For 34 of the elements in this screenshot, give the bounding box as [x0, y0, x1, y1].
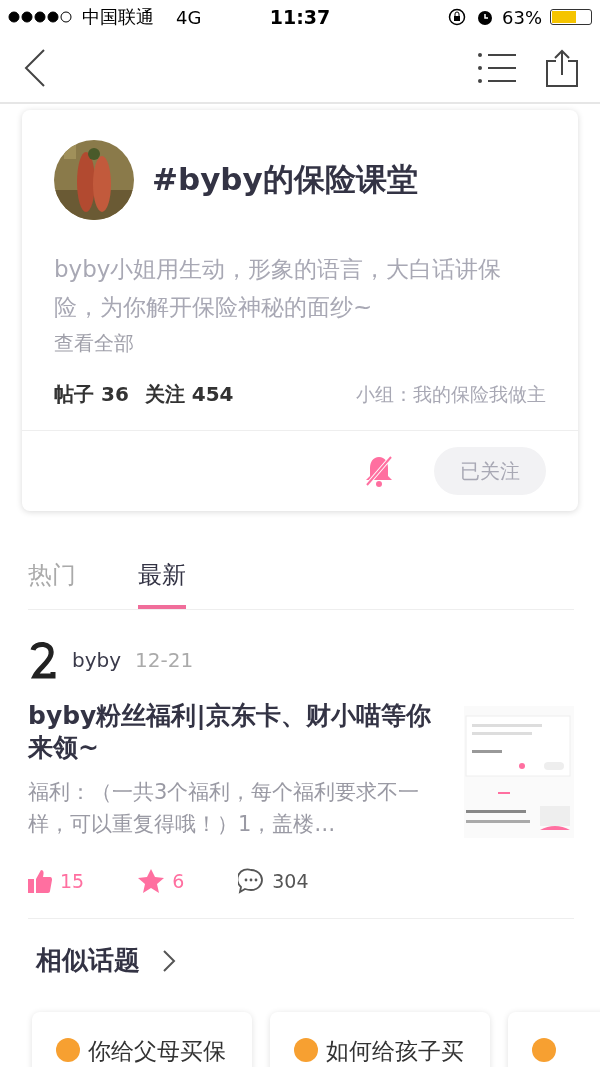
- section-title: 相似话题: [36, 944, 140, 977]
- favorite-count: 6: [172, 870, 185, 892]
- author-name: byby: [72, 648, 122, 672]
- topic-title: 你给父母买保: [88, 1037, 226, 1066]
- tab[interactable]: 最新: [138, 559, 186, 609]
- topic-title: 如何给孩子买: [326, 1037, 464, 1066]
- topic-card[interactable]: 如何给孩子买: [270, 1012, 490, 1067]
- posts-count: 帖子 36: [54, 381, 129, 408]
- battery-icon: [550, 9, 592, 25]
- avatar-icon: [28, 640, 58, 680]
- carrier-name: 中国联通: [82, 5, 154, 29]
- network-type: 4G: [176, 6, 202, 28]
- comment-icon[interactable]: [238, 868, 265, 894]
- followers-count: 关注 454: [144, 381, 234, 408]
- battery-percent: 63%: [502, 6, 542, 28]
- share-button[interactable]: [546, 49, 578, 87]
- post-title[interactable]: byby粉丝福利|京东卡、财小喵等你来领~: [28, 700, 432, 764]
- chevron-right-icon[interactable]: [162, 948, 176, 973]
- muted-bell-icon[interactable]: [364, 454, 394, 488]
- signal-icon: [8, 11, 74, 23]
- topic-card[interactable]: 你给父母买保: [32, 1012, 252, 1067]
- rotation-lock-icon: [448, 8, 468, 26]
- back-button[interactable]: [22, 48, 46, 88]
- clock-time: 11:37: [269, 6, 331, 28]
- alarm-icon: [476, 8, 494, 26]
- topic-description: byby小姐用生动，形象的语言，大白话讲保险，为你解开保险神秘的面纱~: [54, 255, 503, 322]
- thumbs-up-icon[interactable]: [28, 869, 52, 893]
- star-icon[interactable]: [138, 869, 165, 893]
- post-snippet: 福利：（一共3个福利，每个福利要求不一样，可以重复得哦！）1，盖楼…: [28, 779, 421, 838]
- comment-count: 304: [272, 870, 309, 892]
- menu-button[interactable]: [478, 52, 516, 84]
- like-count: 15: [60, 870, 85, 892]
- post-date: 12-21: [135, 648, 194, 672]
- topic-title: #byby的保险课堂: [152, 160, 418, 199]
